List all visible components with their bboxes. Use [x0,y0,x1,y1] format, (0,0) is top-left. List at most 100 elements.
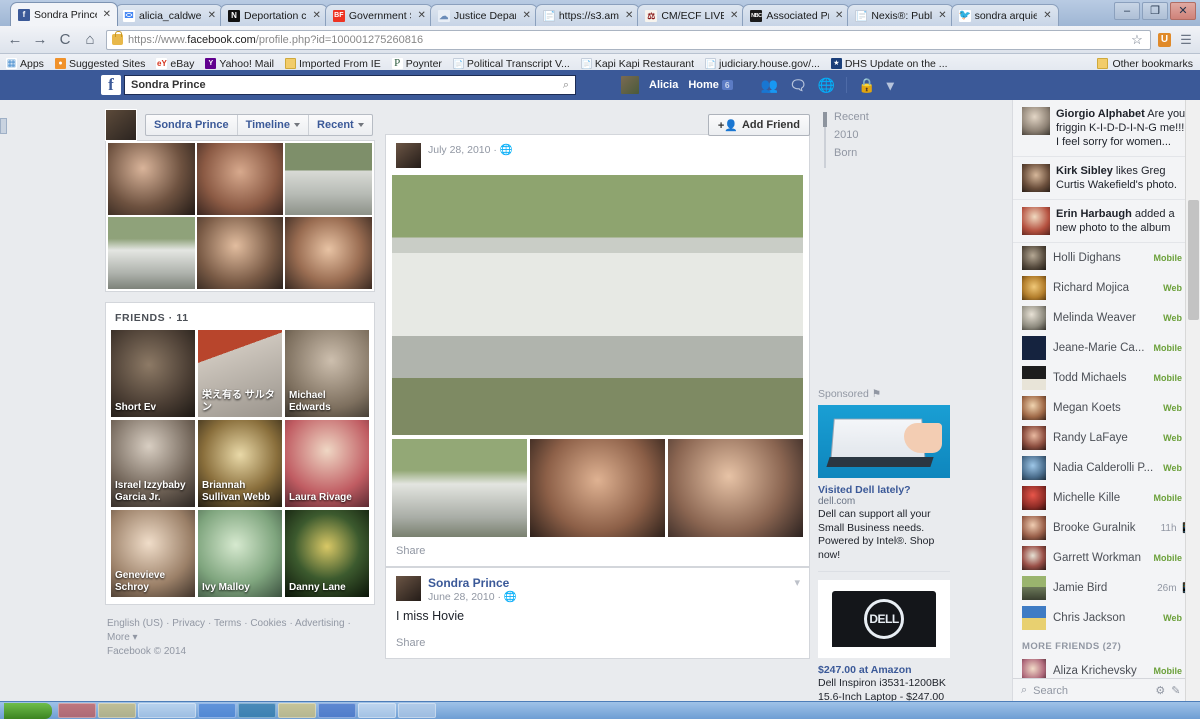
search-icon[interactable]: ⌕ [1021,684,1027,697]
bookmark-suggested-sites[interactable]: ● Suggested Sites [55,58,145,70]
friend-tile[interactable]: Briannah Sullivan Webb [198,420,282,507]
taskbar-item[interactable] [198,703,236,718]
footer-link-cookies[interactable]: Cookies [250,618,286,629]
chat-contact-row[interactable]: Melinda Weaver Web [1013,303,1200,333]
share-link[interactable]: Share [386,537,809,566]
friend-tile[interactable]: Israel Izzybaby Garcia Jr. [111,420,195,507]
chat-contact-row[interactable]: Randy LaFaye Web [1013,423,1200,453]
gear-icon[interactable]: ⚙ [1155,684,1165,697]
timeline-item-2010[interactable]: 2010 [820,126,950,144]
ad-title[interactable]: $247.00 at Amazon [818,664,950,676]
close-icon[interactable]: ✕ [835,10,843,21]
flag-icon[interactable]: ⚑ [872,388,881,400]
ticker-item[interactable]: Kirk Sibley likes Greg Curtis Wakefield'… [1013,157,1200,200]
sidebar-toggle-handle[interactable] [0,118,7,134]
ticker-author[interactable]: Giorgio Alphabet [1056,108,1145,120]
facebook-logo-icon[interactable]: f [101,75,121,95]
browser-tab[interactable]: 🐦 sondra arquie ✕ [951,4,1059,26]
ticker-author[interactable]: Erin Harbaugh [1056,208,1132,220]
friend-tile[interactable]: 栄え有る サルタン [198,330,282,417]
friend-requests-icon[interactable]: 👥 [761,77,778,94]
bookmark-imported-from-ie[interactable]: Imported From IE [285,58,381,70]
address-bar[interactable]: https://www.facebook.com/profile.php?id=… [106,30,1151,50]
taskbar-item[interactable] [58,703,96,718]
home-icon[interactable]: ⌂ [81,31,99,48]
chat-contact-row[interactable]: Jamie Bird 26m📱 [1013,573,1200,603]
browser-tab[interactable]: NBC Associated Pr ✕ [742,4,850,26]
photo-thumbnail[interactable] [197,217,284,289]
footer-link-privacy[interactable]: Privacy [172,618,205,629]
browser-tab[interactable]: BF Government S ✕ [325,4,433,26]
back-icon[interactable]: ← [6,31,24,48]
timeline-item-recent[interactable]: Recent [820,108,950,126]
messages-icon[interactable]: 🗨 [789,77,807,94]
post-photo-thumb[interactable] [668,439,803,537]
user-profile-icon[interactable]: U [1158,33,1171,47]
bookmark-political-transcript[interactable]: 📄 Political Transcript V... [453,58,570,70]
bookmark-yahoo-mail[interactable]: Y Yahoo! Mail [205,58,274,70]
tab-timeline[interactable]: Timeline [238,115,309,135]
photo-thumbnail[interactable] [108,217,195,289]
profile-avatar[interactable] [105,109,137,141]
notifications-icon[interactable]: 🌐 [818,77,835,94]
browser-tab[interactable]: ☁ Justice Depart ✕ [430,4,538,26]
globe-icon[interactable]: 🌐 [504,591,517,603]
browser-tab[interactable]: N Deportation c ✕ [220,4,328,26]
footer-link-terms[interactable]: Terms [214,618,241,629]
close-icon[interactable]: ✕ [417,10,425,21]
taskbar-item[interactable] [238,703,276,718]
reload-icon[interactable]: C [56,31,74,48]
scrollbar-thumb[interactable] [1188,200,1199,320]
post-avatar[interactable] [396,143,421,168]
account-menu-caret[interactable]: ▾ [887,77,894,94]
ad-title[interactable]: Visited Dell lately? [818,484,950,496]
page-scrollbar[interactable] [1185,100,1200,702]
taskbar-item[interactable] [318,703,356,718]
chat-contact-row[interactable]: Megan Koets Web [1013,393,1200,423]
photo-thumbnail[interactable] [197,143,284,215]
bookmark-apps[interactable]: ▦ Apps [6,58,44,70]
footer-link-more[interactable]: More ▾ [107,632,138,643]
friend-tile[interactable]: Laura Rivage [285,420,369,507]
taskbar-item[interactable] [278,703,316,718]
taskbar-item[interactable] [98,703,136,718]
bookmark-judiciary[interactable]: 📄 judiciary.house.gov/... [705,58,820,70]
start-button[interactable] [4,703,52,719]
friend-tile[interactable]: Short Ev [111,330,195,417]
photo-thumbnail[interactable] [285,217,372,289]
chat-contact-row[interactable]: Todd Michaels Mobile [1013,363,1200,393]
share-link[interactable]: Share [386,629,809,658]
chat-contact-row[interactable]: Michelle Kille Mobile [1013,483,1200,513]
compose-icon[interactable]: ✎ [1171,684,1180,697]
friend-tile[interactable]: Ivy Malloy [198,510,282,597]
ad-image[interactable]: DELL [818,580,950,658]
chevron-down-icon[interactable]: ▾ [794,576,800,589]
close-icon[interactable]: ✕ [103,9,111,20]
footer-link-language[interactable]: English (US) [107,618,163,629]
close-icon[interactable]: ✕ [522,10,530,21]
minimize-button[interactable]: – [1114,2,1140,20]
browser-tab[interactable]: 📄 https://s3.am ✕ [535,4,641,26]
footer-link-advertising[interactable]: Advertising [295,618,344,629]
ticker-author[interactable]: Kirk Sibley [1056,165,1113,177]
close-icon[interactable]: ✕ [730,10,738,21]
chat-contact-row[interactable]: Chris Jackson Web [1013,603,1200,633]
bookmark-dhs-update[interactable]: ★ DHS Update on the ... [831,58,948,70]
post-avatar[interactable] [396,576,421,601]
browser-tab[interactable]: 📄 Nexis®: Publ ✕ [847,4,953,26]
account-name[interactable]: Alicia [649,79,678,91]
chat-contact-row[interactable]: Richard Mojica Web [1013,273,1200,303]
chat-contact-row[interactable]: Holli Dighans Mobile [1013,243,1200,273]
photo-thumbnail[interactable] [285,143,372,215]
menu-icon[interactable]: ☰ [1178,32,1194,48]
ticker-item[interactable]: Giorgio Alphabet Are you friggin K-I-D-D… [1013,100,1200,157]
bookmark-kapi-kapi[interactable]: 📄 Kapi Kapi Restaurant [581,58,694,70]
close-icon[interactable]: ✕ [625,10,633,21]
search-icon[interactable]: ⌕ [563,79,569,92]
browser-tab[interactable]: ✉ alicia_caldwell ✕ [115,4,223,26]
chat-contact-row[interactable]: Jeane-Marie Ca... Mobile [1013,333,1200,363]
search-input[interactable]: Sondra Prince ⌕ [124,75,576,95]
friend-tile[interactable]: Genevieve Schroy [111,510,195,597]
bookmark-ebay[interactable]: eY eBay [156,58,194,70]
close-icon[interactable]: ✕ [938,10,946,21]
